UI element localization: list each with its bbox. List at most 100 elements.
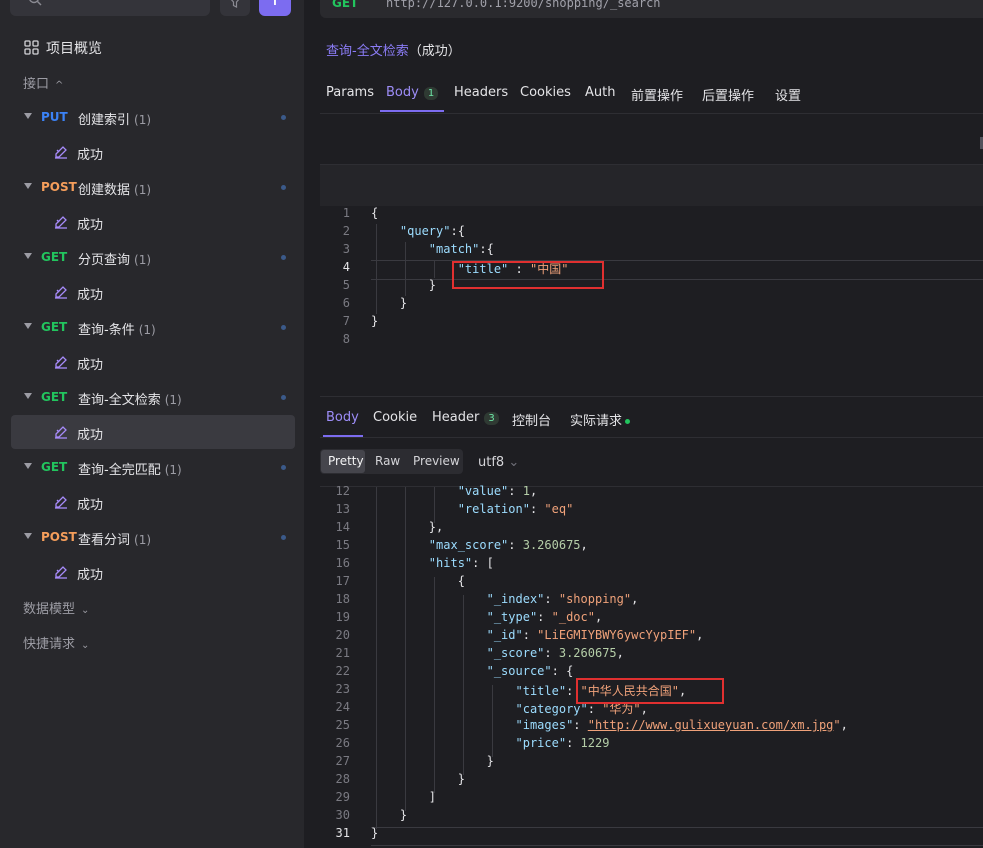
line-number: 7 (342, 314, 350, 328)
method-badge: PUT (41, 110, 68, 124)
case-item[interactable]: 成功 (11, 205, 295, 239)
status-dot (281, 465, 286, 470)
request-method[interactable]: GET (332, 0, 358, 10)
method-badge: GET (41, 460, 68, 474)
case-item-active[interactable]: 成功 (11, 415, 295, 449)
caret-down-icon (24, 463, 32, 469)
line-number: 8 (342, 332, 350, 346)
api-count: (1) (134, 533, 152, 547)
tab-cookies[interactable]: Cookies (520, 85, 571, 100)
api-item[interactable]: POST 创建数据 (1) (0, 170, 304, 205)
api-item[interactable]: POST 查看分词 (1) (0, 520, 304, 555)
code-line: "value": 1, (457, 484, 538, 498)
api-name: 查看分词 (78, 533, 131, 548)
api-name: 创建索引 (78, 113, 131, 128)
add-button[interactable]: + (259, 0, 291, 16)
api-item[interactable]: GET 查询-全完匹配 (1) (0, 450, 304, 485)
tab-settings[interactable]: 设置 (775, 85, 801, 104)
code-line: } (371, 314, 379, 328)
section-data-model-label: 数据模型 (23, 602, 76, 617)
resp-tab-actual-request-label: 实际请求 (570, 414, 623, 429)
view-pretty[interactable]: Pretty (328, 454, 364, 468)
line-number: 31 (335, 826, 350, 840)
tab-body[interactable]: Body 1 (386, 85, 439, 100)
api-item[interactable]: GET 查询-条件 (1) (0, 310, 304, 345)
line-number: 6 (342, 296, 350, 310)
request-body-editor[interactable]: 1{ 2 "query":{ 3 "match":{ 4 "title" : "… (320, 206, 983, 397)
request-title: 查询-全文检索（成功） (326, 40, 461, 59)
chevron-down-icon: ⌄ (81, 605, 90, 616)
case-item[interactable]: 成功 (11, 555, 295, 589)
chevron-down-icon: ⌄ (508, 455, 520, 470)
api-item[interactable]: GET 分页查询 (1) (0, 240, 304, 275)
line-number: 4 (342, 260, 350, 274)
code-line: } (371, 826, 379, 840)
request-url[interactable]: http://127.0.0.1:9200/shopping/_search (386, 0, 661, 10)
case-item[interactable]: 成功 (11, 135, 295, 169)
status-dot (281, 255, 286, 260)
case-label: 成功 (77, 428, 104, 443)
case-item[interactable]: 成功 (11, 485, 295, 519)
tab-params[interactable]: Params (326, 85, 374, 100)
code-line: "_id": "LiEGMIYBWY6ywcYypIEF", (486, 628, 704, 642)
method-badge: POST (41, 180, 77, 194)
request-name-link[interactable]: 查询-全文检索 (326, 44, 409, 59)
caret-down-icon (24, 533, 32, 539)
case-item[interactable]: 成功 (11, 275, 295, 309)
line-number: 24 (335, 700, 350, 714)
sidebar-toolbar: + (10, 0, 300, 18)
view-raw[interactable]: Raw (375, 454, 400, 468)
response-body-viewer[interactable]: 12 "value": 1, 13 "relation": "eq" 14 },… (320, 484, 983, 848)
code-line: "_index": "shopping", (486, 592, 639, 606)
line-number: 28 (335, 772, 350, 786)
edit-case-icon (55, 146, 67, 159)
section-quick-request[interactable]: 快捷请求 ⌄ (23, 633, 89, 652)
case-label: 成功 (77, 218, 104, 233)
filter-button[interactable] (220, 0, 250, 16)
body-count-badge: 1 (423, 87, 439, 100)
edit-case-icon (55, 286, 67, 299)
resp-tab-cookie[interactable]: Cookie (373, 410, 417, 425)
resp-tab-body[interactable]: Body (326, 410, 359, 425)
code-line: "relation": "eq" (457, 502, 574, 516)
line-number: 20 (335, 628, 350, 642)
api-count: (1) (134, 183, 152, 197)
case-label: 成功 (77, 358, 104, 373)
section-quick-request-label: 快捷请求 (23, 637, 76, 652)
section-data-model[interactable]: 数据模型 ⌄ (23, 598, 89, 617)
url-bar[interactable]: GET http://127.0.0.1:9200/shopping/_sear… (320, 0, 983, 18)
api-item[interactable]: GET 查询-全文检索 (1) (0, 380, 304, 415)
active-tab-indicator (380, 110, 444, 112)
code-line: "_type": "_doc", (486, 610, 603, 624)
line-number: 5 (342, 278, 350, 292)
edit-case-icon (55, 356, 67, 369)
response-panel: Body Cookie Header 3 控制台 实际请求 Pretty Raw … (320, 398, 983, 848)
resp-tab-console[interactable]: 控制台 (512, 410, 551, 429)
tab-pre-actions[interactable]: 前置操作 (631, 85, 683, 104)
section-interfaces[interactable]: 接口 ^ (23, 73, 63, 92)
line-number: 21 (335, 646, 350, 660)
search-icon (29, 0, 42, 6)
code-line: { (457, 574, 465, 588)
grid-icon (24, 40, 39, 55)
code-line: }, (428, 520, 444, 534)
encoding-select[interactable]: utf8 ⌄ (478, 455, 519, 470)
code-line: "_source": { (486, 664, 574, 678)
resp-tab-header[interactable]: Header 3 (432, 410, 499, 425)
method-badge: GET (41, 390, 68, 404)
case-item[interactable]: 成功 (11, 345, 295, 379)
caret-down-icon (24, 253, 32, 259)
project-overview[interactable]: 项目概览 (0, 30, 304, 65)
tab-headers[interactable]: Headers (454, 85, 508, 100)
tab-auth[interactable]: Auth (585, 85, 615, 100)
code-line: } (428, 278, 437, 292)
method-badge: GET (41, 250, 68, 264)
line-number: 18 (335, 592, 350, 606)
tab-post-actions[interactable]: 后置操作 (702, 85, 754, 104)
api-item[interactable]: PUT 创建索引 (1) (0, 100, 304, 135)
search-input[interactable] (10, 0, 210, 16)
overview-label: 项目概览 (46, 41, 102, 57)
view-preview[interactable]: Preview (413, 454, 460, 468)
line-number: 29 (335, 790, 350, 804)
resp-tab-actual-request[interactable]: 实际请求 (570, 410, 631, 429)
